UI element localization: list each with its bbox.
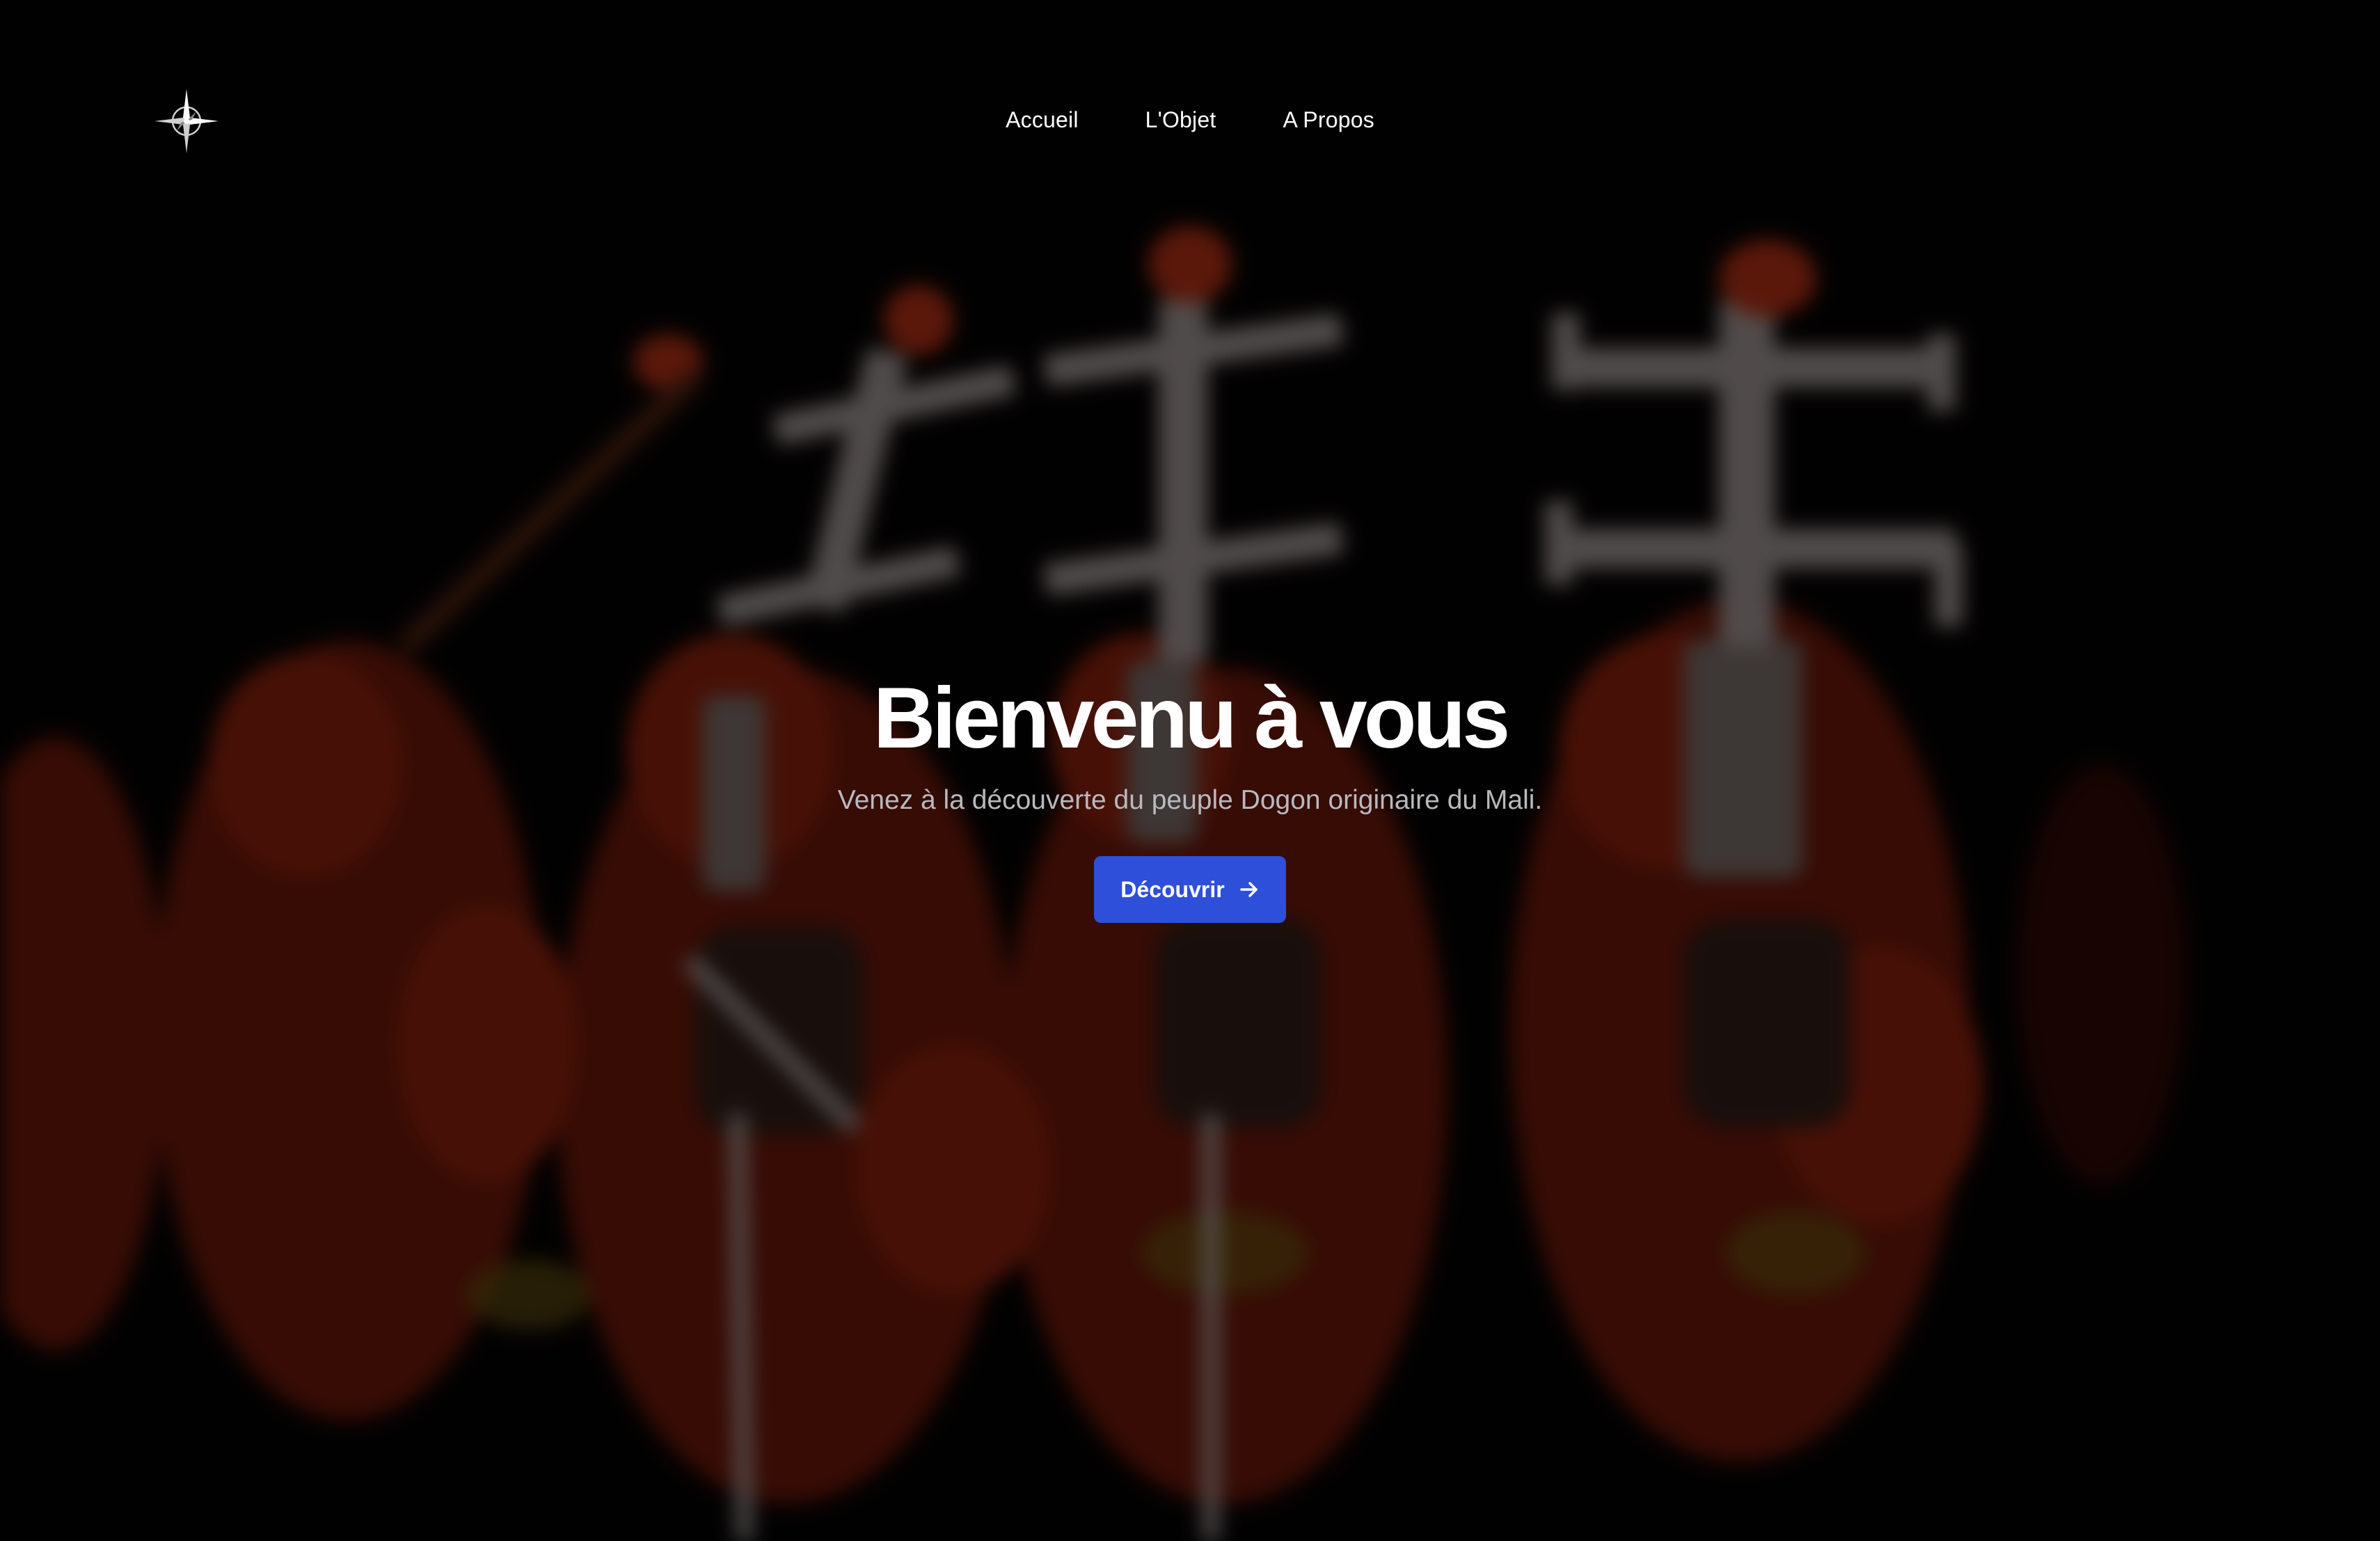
hero-subtitle: Venez à la découverte du peuple Dogon or… [837, 785, 1543, 815]
nav-link-accueil[interactable]: Accueil [1006, 103, 1079, 136]
arrow-right-icon [1239, 882, 1258, 897]
discover-button-label: Découvrir [1120, 876, 1225, 902]
landing-page: Accueil L'Objet A Propos Bienvenu à vous… [0, 0, 2380, 1541]
discover-button[interactable]: Découvrir [1094, 856, 1286, 923]
site-header: Accueil L'Objet A Propos [0, 0, 2380, 167]
nav-link-objet[interactable]: L'Objet [1145, 103, 1216, 136]
nav-link-a-propos[interactable]: A Propos [1283, 103, 1374, 136]
main-nav: Accueil L'Objet A Propos [0, 103, 2380, 136]
hero-title: Bienvenu à vous [873, 670, 1510, 766]
hero-section: Bienvenu à vous Venez à la découverte du… [0, 668, 2380, 923]
